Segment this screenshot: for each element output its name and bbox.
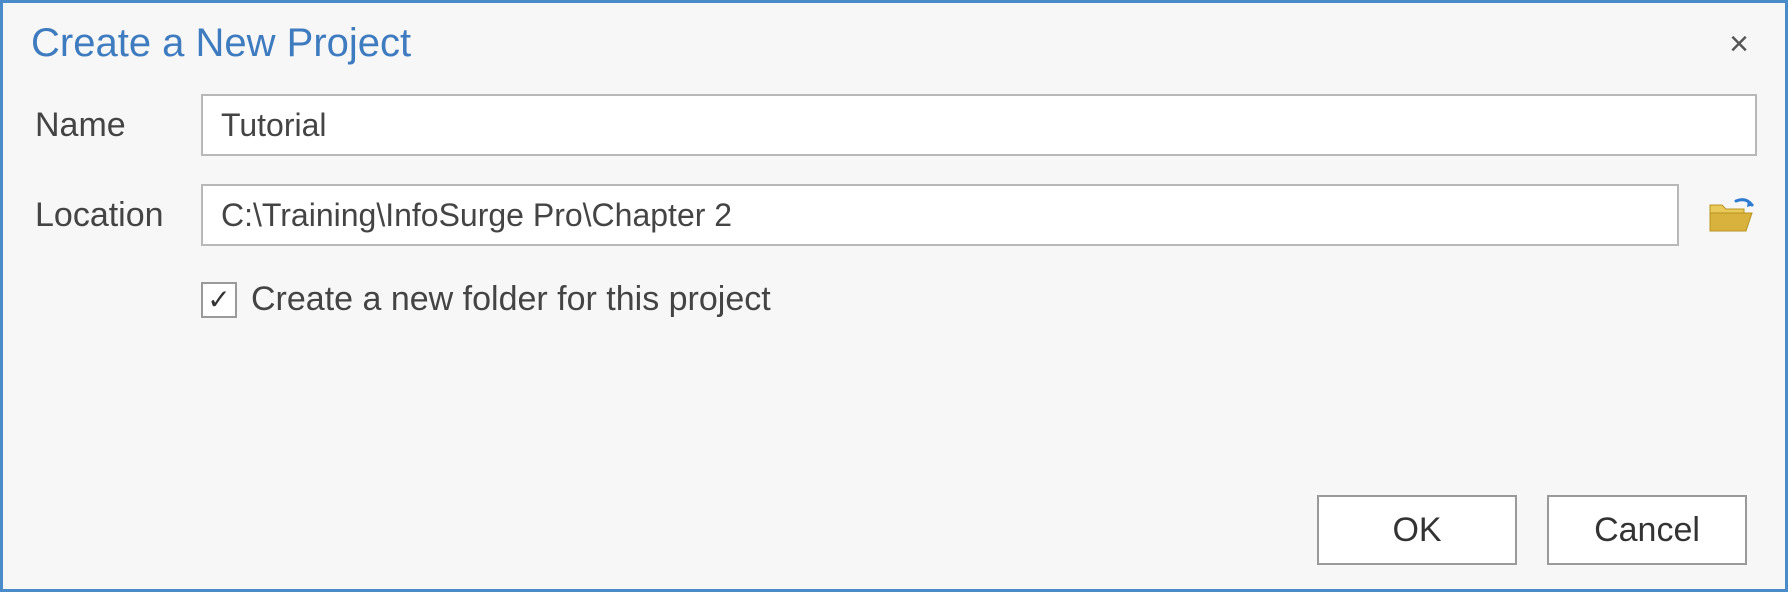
browse-folder-button[interactable] — [1703, 191, 1757, 239]
name-label: Name — [35, 106, 183, 145]
cancel-button[interactable]: Cancel — [1547, 495, 1747, 565]
create-folder-label: Create a new folder for this project — [251, 280, 771, 319]
dialog-buttons: OK Cancel — [31, 495, 1757, 565]
location-input[interactable] — [201, 184, 1679, 246]
folder-open-icon — [1706, 195, 1754, 235]
close-icon[interactable]: × — [1721, 23, 1757, 65]
create-project-dialog: Create a New Project × Name Location ✓ — [0, 0, 1788, 592]
ok-button[interactable]: OK — [1317, 495, 1517, 565]
create-folder-row: ✓ Create a new folder for this project — [201, 280, 1757, 319]
dialog-title: Create a New Project — [31, 21, 411, 66]
location-label: Location — [35, 196, 183, 235]
name-input[interactable] — [201, 94, 1757, 156]
checkmark-icon: ✓ — [207, 286, 230, 314]
dialog-titlebar: Create a New Project × — [31, 21, 1757, 66]
location-row: Location — [35, 184, 1757, 246]
create-folder-checkbox[interactable]: ✓ — [201, 282, 237, 318]
name-row: Name — [35, 94, 1757, 156]
form-area: Name Location ✓ Create a new folder for … — [31, 94, 1757, 319]
